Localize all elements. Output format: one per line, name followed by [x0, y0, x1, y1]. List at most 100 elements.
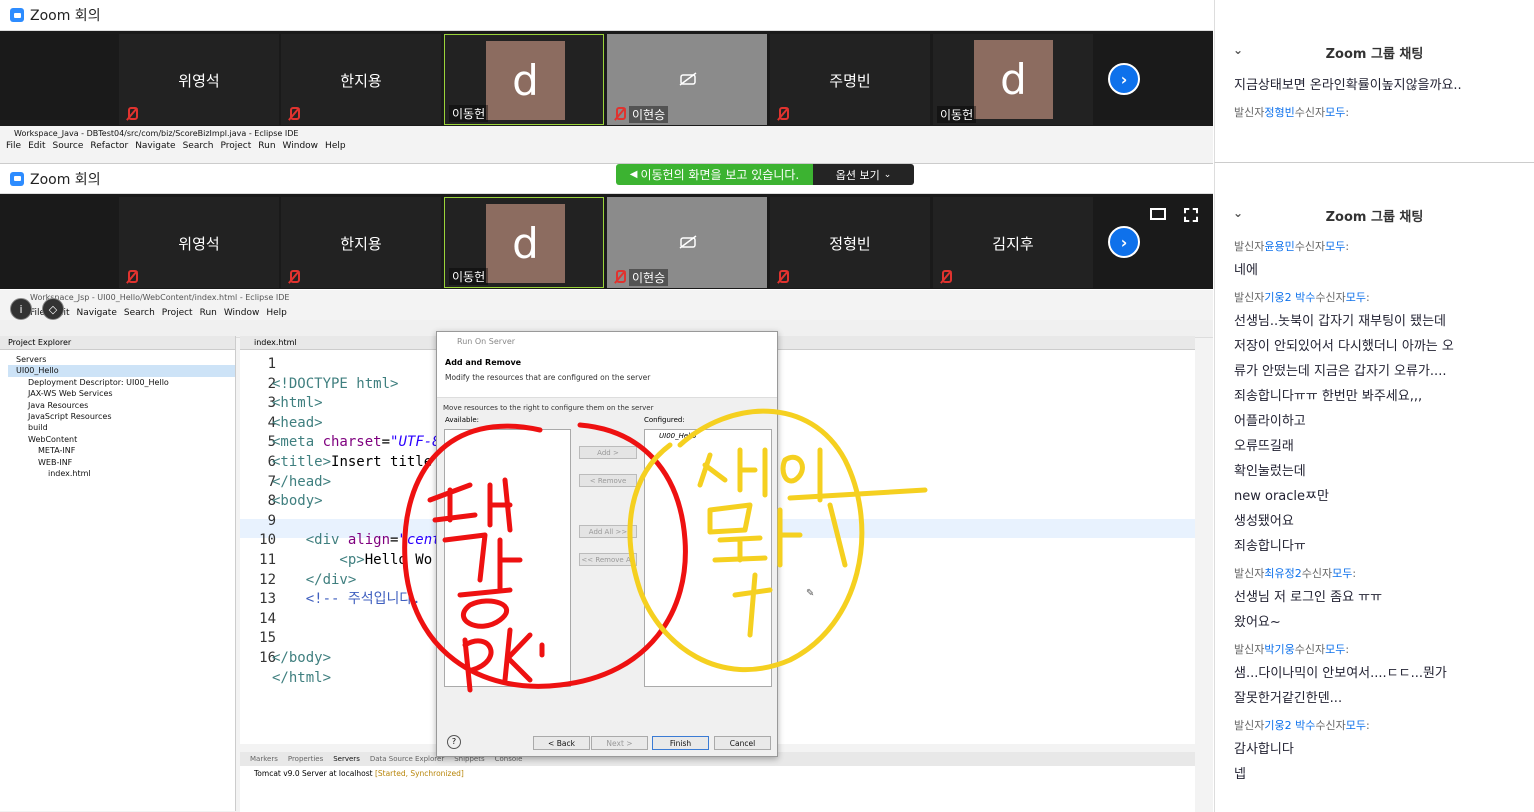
- menu-item[interactable]: Navigate: [77, 306, 117, 320]
- cancel-button[interactable]: Cancel: [714, 736, 771, 750]
- menu-item[interactable]: Refactor: [90, 141, 128, 151]
- menu-item[interactable]: Project: [220, 141, 251, 151]
- help-icon[interactable]: ?: [447, 735, 461, 749]
- shield-icon[interactable]: ◇: [42, 298, 64, 320]
- tree-item[interactable]: WebContent: [8, 434, 235, 445]
- participant-tile[interactable]: d 이동헌: [933, 34, 1093, 125]
- menu-item[interactable]: Run: [258, 141, 275, 151]
- chat-message: 잘못한거같긴한덴...: [1234, 691, 1343, 706]
- participant-tile[interactable]: 김지후: [933, 197, 1093, 288]
- tree-item[interactable]: JAX-WS Web Services: [8, 388, 235, 399]
- window-title: Zoom 회의: [30, 8, 101, 24]
- chat-meta: 발신자정형빈수신자모두:: [1234, 106, 1350, 119]
- chevron-down-icon[interactable]: ⌄: [1233, 206, 1243, 220]
- tree-item[interactable]: Servers: [8, 354, 235, 365]
- chat-message: 죄송합니다ㅠㅠ 한번만 봐주세요,,,: [1234, 389, 1423, 404]
- chat-message: 선생님 저 로그인 좀요 ㅠㅠ: [1234, 590, 1383, 605]
- video-gallery-top: 위영석 한지용 d 이동헌 이현승 주명빈 d 이동헌 ›: [0, 31, 1213, 126]
- tree-item[interactable]: Java Resources: [8, 400, 235, 411]
- tree-item[interactable]: JavaScript Resources: [8, 411, 235, 422]
- participant-tile-active[interactable]: d 이동헌: [444, 197, 604, 288]
- view-options-button[interactable]: 옵션 보기 ⌄: [813, 164, 914, 185]
- chat-message: 왔어요~: [1234, 615, 1281, 630]
- muted-mic-icon: [776, 107, 789, 121]
- tab-servers[interactable]: Servers: [333, 752, 360, 766]
- participant-tile[interactable]: 위영석: [119, 34, 279, 125]
- chat-message: 감사합니다: [1234, 742, 1294, 757]
- window-title: Zoom 회의: [30, 171, 101, 188]
- participant-name: 한지용: [340, 235, 382, 253]
- fullscreen-icon[interactable]: [1184, 208, 1198, 222]
- muted-mic-icon: [125, 107, 138, 121]
- menu-item[interactable]: Run: [200, 306, 217, 320]
- layout-icon[interactable]: [1150, 208, 1166, 220]
- eclipse-menu: File Edit Navigate Search Project Run Wi…: [0, 306, 1213, 320]
- tab-properties[interactable]: Properties: [288, 752, 323, 766]
- participant-name: 위영석: [178, 235, 220, 253]
- eclipse-title-top: Workspace_Java - DBTest04/src/com/biz/Sc…: [14, 129, 299, 138]
- participant-name: 김지후: [992, 235, 1034, 253]
- chat-message: new oracleㅉ만: [1234, 489, 1329, 504]
- menu-item[interactable]: Project: [162, 306, 193, 320]
- pen-cursor-icon: ✎: [806, 588, 815, 599]
- chevron-down-icon: ⌄: [883, 169, 892, 180]
- menu-item[interactable]: Search: [124, 306, 155, 320]
- participant-tile-active[interactable]: d 이동헌: [444, 34, 604, 125]
- tab-markers[interactable]: Markers: [250, 752, 278, 766]
- participant-tile[interactable]: 한지용: [281, 34, 441, 125]
- back-button[interactable]: < Back: [533, 736, 590, 750]
- project-explorer-tab[interactable]: Project Explorer: [0, 336, 235, 350]
- eclipse-menu-top: File Edit Source Refactor Navigate Searc…: [0, 141, 1213, 151]
- muted-mic-icon: [939, 270, 952, 284]
- muted-mic-icon: [125, 270, 138, 284]
- menu-item[interactable]: Help: [325, 141, 346, 151]
- menu-item[interactable]: Help: [266, 306, 287, 320]
- next-page-button[interactable]: ›: [1108, 226, 1140, 258]
- chat-title: Zoom 그룹 채팅: [1325, 209, 1424, 225]
- menu-item[interactable]: Edit: [28, 141, 45, 151]
- participant-tile[interactable]: 위영석: [119, 197, 279, 288]
- participant-name: 정형빈: [829, 235, 871, 253]
- red-annotation: [402, 422, 688, 693]
- participant-tile[interactable]: 주명빈: [770, 34, 930, 125]
- server-row[interactable]: Tomcat v9.0 Server at localhost [Started…: [240, 766, 1195, 778]
- muted-mic-icon: [287, 270, 300, 284]
- chat-message: 선생님..놋북이 갑자기 재부팅이 됐는데: [1234, 314, 1447, 329]
- muted-mic-icon: [613, 107, 626, 121]
- participant-label: 이동헌: [449, 105, 489, 122]
- menu-item[interactable]: Search: [183, 141, 214, 151]
- tree-item[interactable]: UI00_Hello: [8, 365, 235, 377]
- menu-item[interactable]: Navigate: [135, 141, 175, 151]
- tree-item[interactable]: WEB-INF: [8, 457, 235, 468]
- menu-item[interactable]: Window: [283, 141, 319, 151]
- tree-item[interactable]: Deployment Descriptor: UI00_Hello: [8, 377, 235, 388]
- chat-message: 샘...다이나믹이 안보여서....ㄷㄷ...뭔가: [1234, 666, 1447, 681]
- chat-message: 어플라이하고: [1234, 414, 1306, 429]
- info-icon[interactable]: i: [10, 298, 32, 320]
- zoom-titlebar-top: Zoom 회의: [0, 0, 1213, 31]
- menu-item[interactable]: Window: [224, 306, 260, 320]
- video-gallery: 위영석 한지용 d 이동헌 이현승 정형빈 김지후 ›: [0, 194, 1213, 289]
- menu-item[interactable]: Source: [53, 141, 84, 151]
- participant-tile[interactable]: 한지용: [281, 197, 441, 288]
- finish-button[interactable]: Finish: [652, 736, 709, 750]
- tab-data-source[interactable]: Data Source Explorer: [370, 752, 444, 766]
- next-button[interactable]: Next >: [591, 736, 648, 750]
- dialog-title: Run On Server: [437, 332, 777, 352]
- chat-message: 넵: [1234, 767, 1246, 782]
- tree-item[interactable]: META-INF: [8, 445, 235, 456]
- participant-tile[interactable]: 이현승: [607, 34, 767, 125]
- chat-message: 네에: [1234, 263, 1258, 278]
- participant-name: 한지용: [340, 72, 382, 90]
- next-page-button[interactable]: ›: [1108, 63, 1140, 95]
- chat-meta: 발신자기웅2 박수수신자모두:: [1234, 719, 1370, 732]
- chat-message: 생성됐어요: [1234, 514, 1294, 529]
- chevron-down-icon[interactable]: ⌄: [1233, 43, 1243, 57]
- participant-tile[interactable]: 이현승: [607, 197, 767, 288]
- tree-item[interactable]: build: [8, 422, 235, 433]
- participant-label: 이현승: [629, 106, 669, 123]
- tree-item[interactable]: index.html: [8, 468, 235, 479]
- participant-tile[interactable]: 정형빈: [770, 197, 930, 288]
- menu-item[interactable]: File: [6, 141, 21, 151]
- avatar: d: [486, 204, 565, 283]
